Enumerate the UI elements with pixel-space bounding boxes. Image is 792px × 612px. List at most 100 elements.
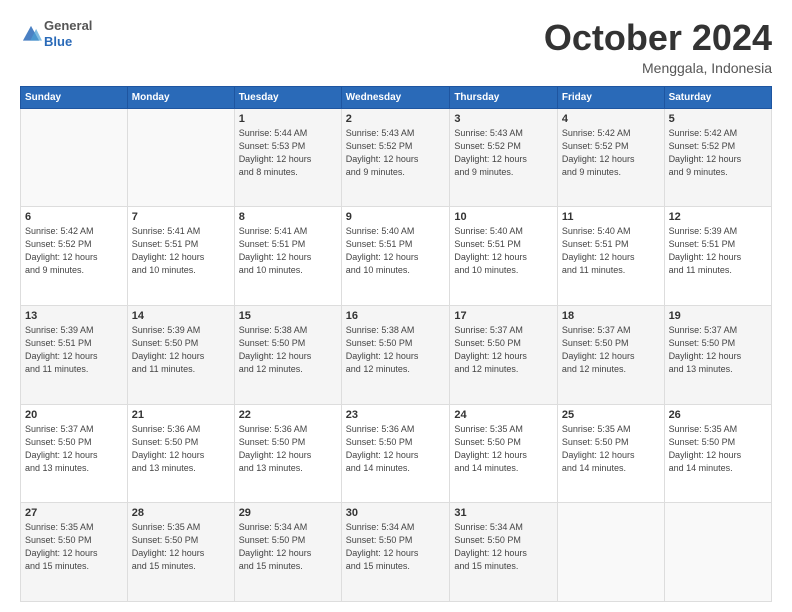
calendar-cell [21, 108, 128, 207]
day-info: Sunrise: 5:36 AM Sunset: 5:50 PM Dayligh… [239, 423, 337, 475]
header-monday: Monday [127, 86, 234, 108]
calendar-cell: 22Sunrise: 5:36 AM Sunset: 5:50 PM Dayli… [234, 404, 341, 503]
day-number: 18 [562, 310, 660, 322]
day-info: Sunrise: 5:38 AM Sunset: 5:50 PM Dayligh… [239, 324, 337, 376]
day-info: Sunrise: 5:42 AM Sunset: 5:52 PM Dayligh… [562, 127, 660, 179]
calendar-cell: 3 Sunrise: 5:43 AM Sunset: 5:52 PM Daylig… [450, 108, 558, 207]
calendar-cell [664, 503, 771, 602]
day-number: 15 [239, 310, 337, 322]
day-info: Sunrise: 5:37 AM Sunset: 5:50 PM Dayligh… [454, 324, 553, 376]
day-info: Sunrise: 5:40 AM Sunset: 5:51 PM Dayligh… [346, 225, 446, 277]
day-info: Sunrise: 5:34 AM Sunset: 5:50 PM Dayligh… [239, 521, 337, 573]
day-info: Sunrise: 5:37 AM Sunset: 5:50 PM Dayligh… [562, 324, 660, 376]
calendar-cell: 19 Sunrise: 5:37 AM Sunset: 5:50 PM Dayli… [664, 305, 771, 404]
day-info: Sunrise: 5:39 AM Sunset: 5:50 PM Dayligh… [132, 324, 230, 376]
day-info: Sunrise: 5:36 AM Sunset: 5:50 PM Dayligh… [346, 423, 446, 475]
calendar-cell: 5 Sunrise: 5:42 AM Sunset: 5:52 PM Daylig… [664, 108, 771, 207]
calendar-cell: 24 Sunrise: 5:35 AM Sunset: 5:50 PM Dayli… [450, 404, 558, 503]
day-info: Sunrise: 5:41 AM Sunset: 5:51 PM Dayligh… [132, 225, 230, 277]
calendar-week-0: 1 Sunrise: 5:44 AM Sunset: 5:53 PM Daylig… [21, 108, 772, 207]
calendar-table: Sunday Monday Tuesday Wednesday Thursday… [20, 86, 772, 602]
day-info: Sunrise: 5:40 AM Sunset: 5:51 PM Dayligh… [454, 225, 553, 277]
day-number: 17 [454, 310, 553, 322]
day-number: 7 [132, 211, 230, 223]
day-number: 30 [346, 507, 446, 519]
calendar-cell: 27 Sunrise: 5:35 AM Sunset: 5:50 PM Dayli… [21, 503, 128, 602]
calendar-cell: 18 Sunrise: 5:37 AM Sunset: 5:50 PM Dayli… [557, 305, 664, 404]
header-saturday: Saturday [664, 86, 771, 108]
day-info: Sunrise: 5:43 AM Sunset: 5:52 PM Dayligh… [346, 127, 446, 179]
day-number: 16 [346, 310, 446, 322]
day-number: 25 [562, 409, 660, 421]
calendar-cell: 29 Sunrise: 5:34 AM Sunset: 5:50 PM Dayli… [234, 503, 341, 602]
day-number: 26 [669, 409, 767, 421]
day-number: 4 [562, 113, 660, 125]
day-number: 11 [562, 211, 660, 223]
day-number: 28 [132, 507, 230, 519]
title-block: October 2024 Menggala, Indonesia [544, 18, 772, 76]
location: Menggala, Indonesia [544, 60, 772, 76]
day-info: Sunrise: 5:37 AM Sunset: 5:50 PM Dayligh… [25, 423, 123, 475]
calendar-cell: 2 Sunrise: 5:43 AM Sunset: 5:52 PM Daylig… [341, 108, 450, 207]
day-info: Sunrise: 5:35 AM Sunset: 5:50 PM Dayligh… [562, 423, 660, 475]
calendar-week-4: 27 Sunrise: 5:35 AM Sunset: 5:50 PM Dayli… [21, 503, 772, 602]
calendar-cell: 31Sunrise: 5:34 AM Sunset: 5:50 PM Dayli… [450, 503, 558, 602]
calendar-cell: 7 Sunrise: 5:41 AM Sunset: 5:51 PM Daylig… [127, 207, 234, 306]
day-info: Sunrise: 5:42 AM Sunset: 5:52 PM Dayligh… [25, 225, 123, 277]
calendar-cell: 13 Sunrise: 5:39 AM Sunset: 5:51 PM Dayli… [21, 305, 128, 404]
header-tuesday: Tuesday [234, 86, 341, 108]
calendar-week-1: 6Sunrise: 5:42 AM Sunset: 5:52 PM Daylig… [21, 207, 772, 306]
header-friday: Friday [557, 86, 664, 108]
day-info: Sunrise: 5:35 AM Sunset: 5:50 PM Dayligh… [454, 423, 553, 475]
calendar-cell: 11 Sunrise: 5:40 AM Sunset: 5:51 PM Dayli… [557, 207, 664, 306]
logo-icon [20, 23, 42, 45]
logo-blue: Blue [44, 34, 72, 49]
day-number: 29 [239, 507, 337, 519]
calendar-cell: 26 Sunrise: 5:35 AM Sunset: 5:50 PM Dayli… [664, 404, 771, 503]
day-number: 10 [454, 211, 553, 223]
calendar-cell: 28 Sunrise: 5:35 AM Sunset: 5:50 PM Dayli… [127, 503, 234, 602]
calendar-cell: 15 Sunrise: 5:38 AM Sunset: 5:50 PM Dayli… [234, 305, 341, 404]
logo-general: General [44, 18, 92, 33]
day-info: Sunrise: 5:40 AM Sunset: 5:51 PM Dayligh… [562, 225, 660, 277]
day-info: Sunrise: 5:35 AM Sunset: 5:50 PM Dayligh… [25, 521, 123, 573]
calendar-cell: 23Sunrise: 5:36 AM Sunset: 5:50 PM Dayli… [341, 404, 450, 503]
day-number: 27 [25, 507, 123, 519]
calendar-cell: 8Sunrise: 5:41 AM Sunset: 5:51 PM Daylig… [234, 207, 341, 306]
day-info: Sunrise: 5:37 AM Sunset: 5:50 PM Dayligh… [669, 324, 767, 376]
calendar-cell: 17 Sunrise: 5:37 AM Sunset: 5:50 PM Dayli… [450, 305, 558, 404]
day-info: Sunrise: 5:38 AM Sunset: 5:50 PM Dayligh… [346, 324, 446, 376]
day-info: Sunrise: 5:35 AM Sunset: 5:50 PM Dayligh… [669, 423, 767, 475]
day-number: 9 [346, 211, 446, 223]
calendar-cell: 14Sunrise: 5:39 AM Sunset: 5:50 PM Dayli… [127, 305, 234, 404]
calendar-cell: 30 Sunrise: 5:34 AM Sunset: 5:50 PM Dayli… [341, 503, 450, 602]
day-number: 12 [669, 211, 767, 223]
day-number: 21 [132, 409, 230, 421]
logo: General Blue [20, 18, 92, 49]
header-wednesday: Wednesday [341, 86, 450, 108]
day-info: Sunrise: 5:36 AM Sunset: 5:50 PM Dayligh… [132, 423, 230, 475]
calendar-week-2: 13 Sunrise: 5:39 AM Sunset: 5:51 PM Dayli… [21, 305, 772, 404]
day-info: Sunrise: 5:43 AM Sunset: 5:52 PM Dayligh… [454, 127, 553, 179]
calendar-cell [557, 503, 664, 602]
day-number: 13 [25, 310, 123, 322]
day-info: Sunrise: 5:35 AM Sunset: 5:50 PM Dayligh… [132, 521, 230, 573]
day-info: Sunrise: 5:42 AM Sunset: 5:52 PM Dayligh… [669, 127, 767, 179]
day-number: 24 [454, 409, 553, 421]
calendar-cell: 16 Sunrise: 5:38 AM Sunset: 5:50 PM Dayli… [341, 305, 450, 404]
day-number: 19 [669, 310, 767, 322]
calendar-cell: 9 Sunrise: 5:40 AM Sunset: 5:51 PM Daylig… [341, 207, 450, 306]
day-number: 3 [454, 113, 553, 125]
calendar-cell: 1 Sunrise: 5:44 AM Sunset: 5:53 PM Daylig… [234, 108, 341, 207]
header-sunday: Sunday [21, 86, 128, 108]
header-thursday: Thursday [450, 86, 558, 108]
day-info: Sunrise: 5:39 AM Sunset: 5:51 PM Dayligh… [669, 225, 767, 277]
day-info: Sunrise: 5:34 AM Sunset: 5:50 PM Dayligh… [346, 521, 446, 573]
day-number: 1 [239, 113, 337, 125]
day-info: Sunrise: 5:44 AM Sunset: 5:53 PM Dayligh… [239, 127, 337, 179]
calendar-cell: 6Sunrise: 5:42 AM Sunset: 5:52 PM Daylig… [21, 207, 128, 306]
calendar-cell [127, 108, 234, 207]
day-number: 5 [669, 113, 767, 125]
day-info: Sunrise: 5:39 AM Sunset: 5:51 PM Dayligh… [25, 324, 123, 376]
day-number: 2 [346, 113, 446, 125]
